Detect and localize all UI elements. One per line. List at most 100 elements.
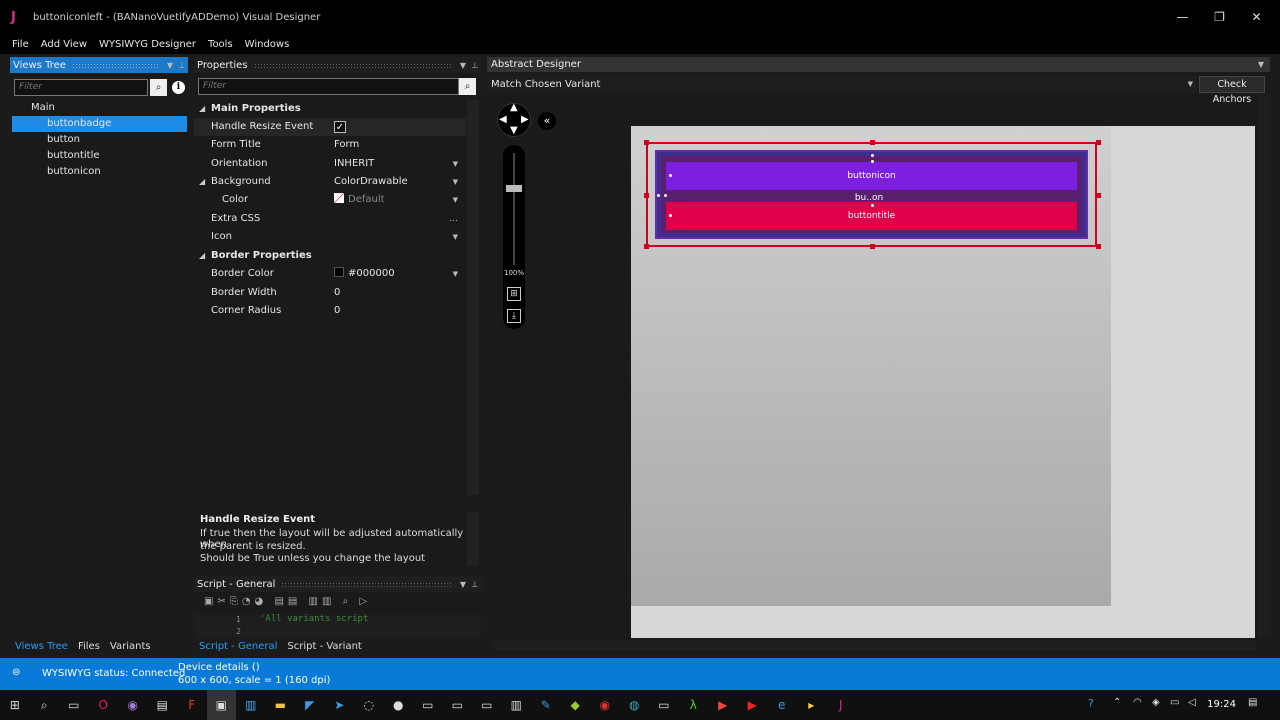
tree-item-button[interactable]: button	[12, 132, 187, 148]
resize-handle[interactable]	[1096, 193, 1101, 198]
app-icon[interactable]: ✎	[531, 690, 561, 720]
section-background[interactable]: ◢ Background ColorDrawable ▼	[194, 173, 466, 191]
app-icon[interactable]: ▣	[206, 690, 236, 720]
variant-select[interactable]: Match Chosen Variant ▼	[487, 76, 1197, 93]
designer-vertical-scrollbar[interactable]	[1258, 93, 1270, 638]
prop-border-color[interactable]: Border Color #000000 ▼	[194, 265, 466, 283]
panel-grip[interactable]	[281, 581, 451, 587]
zoom-slider[interactable]: 100% ⊞ ⤓	[503, 145, 525, 329]
edge-icon[interactable]: e	[767, 690, 797, 720]
app-icon[interactable]: ◆	[561, 690, 591, 720]
app-icon[interactable]: F	[177, 690, 207, 720]
download-icon[interactable]: ⤓	[507, 309, 521, 323]
network-icon[interactable]: ▭	[1170, 697, 1179, 708]
chevron-down-icon[interactable]: ▼	[453, 191, 458, 209]
properties-filter-input[interactable]: Filter	[198, 78, 459, 95]
designer-canvas[interactable]: buttonicon bu..on buttontitle	[631, 126, 1255, 638]
pan-left-icon[interactable]: ◀	[499, 114, 507, 125]
script-editor[interactable]: 1 2 'All variants script	[194, 614, 481, 638]
app-icon[interactable]: ▤	[148, 690, 178, 720]
search-icon[interactable]: ⌕	[30, 690, 60, 720]
app-icon[interactable]: ◉	[590, 690, 620, 720]
search-icon[interactable]: ⌕	[150, 79, 167, 96]
pin-icon[interactable]: ⊥	[176, 61, 188, 70]
tray-chevron-icon[interactable]: ⌃	[1113, 697, 1121, 708]
pan-down-icon[interactable]: ▼	[510, 125, 518, 136]
chrome-icon[interactable]: ●	[384, 690, 414, 720]
task-view-icon[interactable]: ▭	[59, 690, 89, 720]
dropdown-icon[interactable]: ▼	[457, 580, 469, 589]
opera-icon[interactable]: O	[89, 690, 119, 720]
chevron-down-icon[interactable]: ▼	[453, 173, 458, 191]
buttonbadge-selection[interactable]: buttonicon bu..on buttontitle	[644, 140, 1101, 249]
app-icon[interactable]: ▭	[472, 690, 502, 720]
app-icon[interactable]: ▭	[413, 690, 443, 720]
resize-handle[interactable]	[644, 140, 649, 145]
views-filter-input[interactable]: Filter	[14, 79, 148, 96]
menu-wysiwyg-designer[interactable]: WYSIWYG Designer	[93, 39, 202, 50]
tab-script-variant[interactable]: Script - Variant	[282, 641, 366, 652]
wifi-icon[interactable]: ◠	[1133, 697, 1142, 708]
windows-start-icon[interactable]: ⊞	[0, 690, 30, 720]
file-explorer-icon[interactable]: ▬	[266, 690, 296, 720]
search-icon[interactable]: ⌕	[459, 78, 476, 95]
prop-extra-css[interactable]: Extra CSS ...	[194, 210, 466, 228]
resize-handle[interactable]	[644, 193, 649, 198]
section-main-properties[interactable]: ◢ Main Properties	[194, 100, 466, 118]
volume-icon[interactable]: ◁	[1188, 697, 1196, 708]
panel-grip[interactable]	[253, 62, 451, 68]
collapse-icon[interactable]: «	[538, 112, 556, 130]
tab-script-general[interactable]: Script - General	[194, 641, 282, 652]
tree-item-buttonicon[interactable]: buttonicon	[12, 164, 187, 180]
app-icon[interactable]: ▭	[649, 690, 679, 720]
pin-icon[interactable]: ⊥	[469, 61, 481, 70]
menu-file[interactable]: File	[6, 39, 35, 50]
resize-handle[interactable]	[870, 140, 875, 145]
chevron-down-icon[interactable]: ▼	[453, 228, 458, 246]
vscode-icon[interactable]: ◤	[295, 690, 325, 720]
pan-navigation-pad[interactable]: ▲ ▼ ◀ ▶	[497, 102, 531, 137]
dropdown-icon[interactable]: ▼	[457, 61, 469, 70]
section-border-properties[interactable]: ◢ Border Properties	[194, 247, 466, 265]
pan-up-icon[interactable]: ▲	[510, 102, 518, 113]
dropdown-icon[interactable]: ▼	[164, 61, 176, 70]
chevron-down-icon[interactable]: ▼	[453, 265, 458, 283]
resize-handle[interactable]	[870, 244, 875, 249]
script-code[interactable]: 'All variants script	[260, 614, 368, 624]
app-icon[interactable]: ◌	[354, 690, 384, 720]
notification-icon[interactable]: ▤	[1248, 697, 1257, 708]
designer-horizontal-scrollbar[interactable]	[492, 640, 1256, 650]
menu-tools[interactable]: Tools	[202, 39, 239, 50]
properties-scrollbar[interactable]	[467, 100, 479, 495]
maximize-button[interactable]: ❐	[1201, 0, 1238, 34]
collapse-triangle-icon[interactable]: ◢	[199, 173, 205, 191]
device-screen[interactable]: buttonicon bu..on buttontitle	[631, 126, 1111, 606]
menu-add-view[interactable]: Add View	[35, 39, 93, 50]
collapse-triangle-icon[interactable]: ◢	[199, 100, 205, 118]
resize-handle[interactable]	[1096, 244, 1101, 249]
check-anchors-button[interactable]: Check Anchors	[1199, 76, 1265, 105]
app-icon[interactable]: ◉	[118, 690, 148, 720]
panel-grip[interactable]	[71, 62, 158, 68]
buttonbadge-view[interactable]: buttonicon bu..on buttontitle	[655, 150, 1088, 239]
script-toolbar[interactable]: ▣✂⎘◔◕ ▤▤ ▥▥ ⌕ ▷	[204, 596, 371, 607]
clock[interactable]: 19:24	[1207, 690, 1236, 720]
prop-corner-radius[interactable]: Corner Radius 0	[194, 302, 466, 320]
dropbox-icon[interactable]: ◈	[1152, 697, 1160, 708]
app-icon[interactable]: λ	[679, 690, 709, 720]
b4j-icon[interactable]: J	[826, 690, 856, 720]
help-icon[interactable]: ?	[1088, 697, 1094, 710]
pin-icon[interactable]: ⊥	[469, 580, 481, 589]
tree-item-main[interactable]: Main	[12, 100, 187, 116]
prop-border-width[interactable]: Border Width 0	[194, 284, 466, 302]
tab-views-tree[interactable]: Views Tree	[10, 641, 73, 652]
minimize-button[interactable]: —	[1164, 0, 1201, 34]
prop-orientation[interactable]: Orientation INHERIT ▼	[194, 155, 466, 173]
app-icon[interactable]: ◍	[620, 690, 650, 720]
close-button[interactable]: ✕	[1238, 0, 1275, 34]
youtube-icon[interactable]: ▶	[738, 690, 768, 720]
prop-form-title[interactable]: Form Title Form	[194, 136, 466, 154]
dropdown-icon[interactable]: ▼	[1258, 60, 1264, 69]
tree-item-buttonbadge[interactable]: buttonbadge	[12, 116, 187, 132]
tab-files[interactable]: Files	[73, 641, 105, 652]
